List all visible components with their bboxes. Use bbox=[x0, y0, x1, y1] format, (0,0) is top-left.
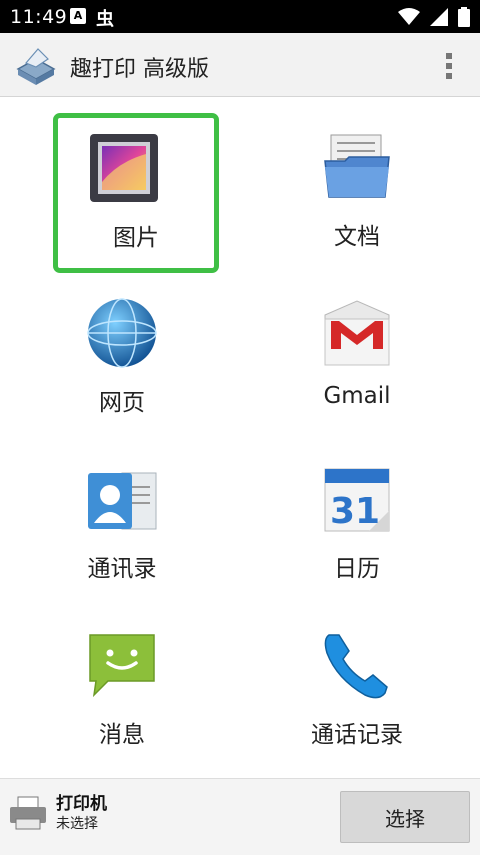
tile-label: Gmail bbox=[323, 383, 391, 409]
notification-a-icon: A bbox=[70, 8, 86, 24]
printer-bar: 打印机 未选择 选择 bbox=[0, 778, 480, 855]
contacts-icon bbox=[88, 472, 157, 530]
battery-icon bbox=[458, 7, 470, 27]
status-icons bbox=[398, 7, 470, 27]
app-title: 趣打印 高级版 bbox=[70, 57, 209, 82]
message-icon bbox=[89, 634, 155, 698]
calendar-day-number: 31 bbox=[330, 491, 380, 532]
tile-web[interactable]: 网页 bbox=[39, 279, 205, 439]
printer-app-icon bbox=[16, 48, 56, 85]
tile-label: 通话记录 bbox=[311, 722, 403, 748]
gmail-icon bbox=[324, 300, 390, 366]
tile-label: 网页 bbox=[99, 390, 145, 416]
select-printer-button[interactable]: 选择 bbox=[340, 791, 470, 843]
tile-messages[interactable]: 消息 bbox=[39, 611, 205, 771]
tile-call-log[interactable]: 通话记录 bbox=[274, 611, 440, 771]
phone-icon bbox=[324, 634, 388, 699]
tile-calendar[interactable]: 31 日历 bbox=[274, 445, 440, 605]
printer-title: 打印机 bbox=[56, 794, 107, 814]
tile-photos[interactable]: 图片 bbox=[53, 113, 219, 273]
notification-bug-icon: 虫 bbox=[96, 9, 114, 30]
signal-icon bbox=[430, 8, 448, 26]
tile-contacts[interactable]: 通讯录 bbox=[39, 445, 205, 605]
tile-label: 日历 bbox=[334, 556, 380, 582]
printer-status: 未选择 bbox=[56, 816, 98, 832]
tile-label: 文档 bbox=[334, 224, 380, 250]
wifi-icon bbox=[398, 8, 420, 25]
overflow-menu-icon[interactable] bbox=[444, 51, 454, 81]
tile-label: 图片 bbox=[113, 225, 159, 251]
photo-gallery-icon bbox=[90, 134, 158, 202]
app-bar: 趣打印 高级版 bbox=[0, 33, 480, 97]
tile-documents[interactable]: 文档 bbox=[274, 113, 440, 273]
folder-documents-icon bbox=[324, 134, 390, 198]
tile-label: 通讯录 bbox=[87, 556, 157, 582]
globe-icon bbox=[87, 298, 157, 368]
status-bar: 11:49 A 虫 bbox=[0, 0, 480, 33]
tile-label: 消息 bbox=[99, 722, 145, 748]
printer-icon bbox=[10, 796, 46, 830]
tile-gmail[interactable]: Gmail bbox=[274, 279, 440, 439]
status-time: 11:49 bbox=[10, 6, 68, 28]
calendar-icon: 31 bbox=[324, 468, 390, 532]
